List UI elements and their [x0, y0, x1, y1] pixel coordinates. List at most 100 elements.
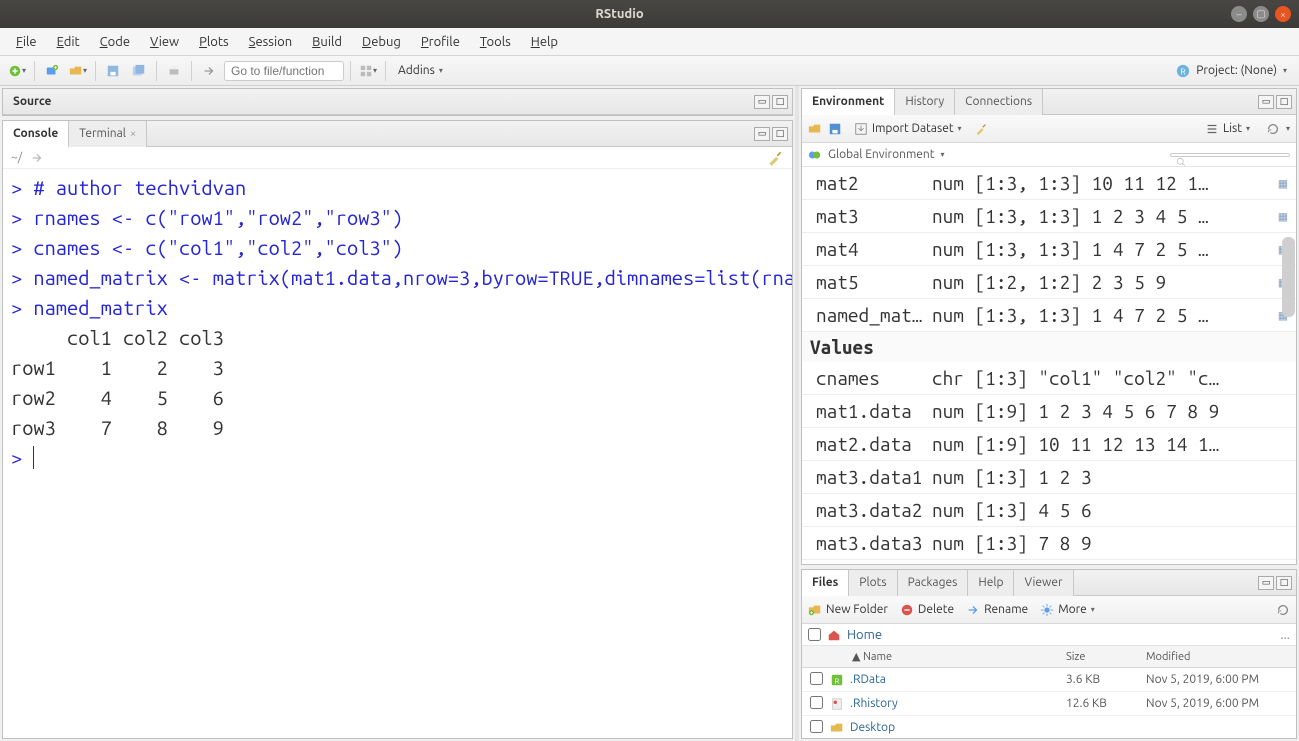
broom-icon[interactable] — [766, 149, 784, 167]
tab-help[interactable]: Help — [968, 570, 1014, 596]
window-close-button[interactable]: × — [1275, 6, 1291, 22]
tab-viewer[interactable]: Viewer — [1014, 570, 1073, 596]
env-row[interactable]: mat4num [1:3, 1:3] 1 4 7 2 5 …▦ — [802, 233, 1296, 266]
arrow-icon[interactable] — [30, 151, 44, 165]
window-minimize-button[interactable]: – — [1231, 6, 1247, 22]
menu-tools[interactable]: Tools — [472, 31, 519, 53]
env-row[interactable]: mat3.data1num [1:3] 1 2 3 — [802, 461, 1296, 494]
file-name[interactable]: Desktop — [850, 721, 895, 734]
menu-build[interactable]: Build — [304, 31, 350, 53]
select-all-checkbox[interactable] — [808, 628, 821, 641]
window-maximize-button[interactable]: ▢ — [1253, 6, 1269, 22]
refresh-icon[interactable] — [1266, 122, 1280, 136]
tab-plots[interactable]: Plots — [849, 570, 897, 596]
env-row[interactable]: mat2.datanum [1:9] 10 11 12 13 14 1… — [802, 428, 1296, 461]
new-project-button[interactable] — [41, 60, 63, 82]
pane-maximize-button[interactable]: □ — [1276, 576, 1292, 590]
project-label: Project: (None) — [1196, 64, 1277, 77]
file-checkbox[interactable] — [810, 672, 823, 685]
folder-icon — [830, 721, 844, 735]
menu-edit[interactable]: Edit — [49, 31, 88, 53]
more-path-button[interactable]: ... — [1280, 628, 1290, 642]
file-checkbox[interactable] — [810, 720, 823, 733]
goto-arrow-button[interactable] — [198, 60, 220, 82]
pane-minimize-button[interactable]: ▭ — [754, 127, 770, 141]
tab-console[interactable]: Console — [3, 121, 69, 147]
tab-terminal[interactable]: Terminal× — [69, 121, 147, 147]
import-dataset-menu[interactable]: Import Dataset ▾ — [854, 122, 962, 136]
tab-packages[interactable]: Packages — [898, 570, 969, 596]
env-row[interactable]: cnameschr [1:3] "col1" "col2" "c… — [802, 362, 1296, 395]
env-row[interactable]: named_mat…num [1:3, 1:3] 1 4 7 2 5 …▦ — [802, 299, 1296, 332]
env-row[interactable]: mat3.data3num [1:3] 7 8 9 — [802, 527, 1296, 560]
breadcrumb-home[interactable]: Home — [847, 628, 882, 642]
goto-file-input[interactable] — [224, 61, 344, 81]
home-icon[interactable] — [827, 628, 841, 642]
tab-environment[interactable]: Environment — [802, 89, 895, 115]
save-button[interactable] — [102, 60, 124, 82]
pane-minimize-button[interactable]: ▭ — [1258, 576, 1274, 590]
rename-button[interactable]: Rename — [966, 603, 1028, 617]
delete-button[interactable]: Delete — [900, 603, 954, 617]
scrollbar-thumb[interactable] — [1282, 237, 1295, 317]
file-checkbox[interactable] — [810, 696, 823, 709]
new-folder-button[interactable]: New Folder — [808, 603, 888, 617]
data-grid-icon[interactable]: ▦ — [1270, 208, 1296, 225]
file-size: 3.6 KB — [1066, 673, 1146, 686]
print-button[interactable] — [163, 60, 185, 82]
project-menu[interactable]: R Project: (None) ▾ — [1176, 64, 1293, 78]
environment-search-input[interactable] — [1170, 153, 1290, 157]
folder-open-icon[interactable] — [808, 122, 822, 136]
refresh-icon[interactable] — [1276, 603, 1290, 617]
file-name[interactable]: .Rhistory — [850, 697, 898, 710]
menu-plots[interactable]: Plots — [191, 31, 237, 53]
env-row[interactable]: rnameschr [1:3] "row1" "row2" "r… — [802, 560, 1296, 564]
env-var-name: mat3.data2 — [802, 499, 932, 521]
broom-icon[interactable] — [974, 122, 988, 136]
pane-maximize-button[interactable]: □ — [772, 127, 788, 141]
menu-file[interactable]: File — [8, 31, 45, 53]
env-row[interactable]: mat5num [1:2, 1:2] 2 3 5 9▦ — [802, 266, 1296, 299]
save-icon[interactable] — [828, 122, 842, 136]
save-all-button[interactable] — [128, 60, 150, 82]
env-row[interactable]: mat3.data2num [1:3] 4 5 6 — [802, 494, 1296, 527]
menu-view[interactable]: View — [142, 31, 187, 53]
col-name-header[interactable]: ▲ Name — [830, 650, 1066, 663]
pane-minimize-button[interactable]: ▭ — [754, 95, 770, 109]
new-file-button[interactable]: ▾ — [6, 60, 28, 82]
view-mode-menu[interactable]: List ▾ — [1201, 120, 1254, 138]
menu-session[interactable]: Session — [241, 31, 300, 53]
menu-code[interactable]: Code — [92, 31, 138, 53]
close-icon[interactable]: × — [130, 128, 136, 140]
environment-scope[interactable]: Global Environment — [828, 148, 935, 161]
console-output[interactable]: > # author techvidvan > rnames <- c("row… — [3, 169, 792, 738]
menu-debug[interactable]: Debug — [354, 31, 409, 53]
grid-view-button[interactable]: ▾ — [357, 60, 379, 82]
pane-minimize-button[interactable]: ▭ — [1258, 95, 1274, 109]
more-menu[interactable]: More ▾ — [1040, 603, 1095, 617]
tab-files[interactable]: Files — [802, 570, 849, 596]
data-grid-icon[interactable]: ▦ — [1270, 175, 1296, 192]
open-file-button[interactable]: ▾ — [67, 60, 89, 82]
env-row[interactable]: mat2num [1:3, 1:3] 10 11 12 1…▦ — [802, 167, 1296, 200]
menu-help[interactable]: Help — [523, 31, 566, 53]
console-working-dir: ~/ — [11, 151, 22, 164]
environment-list[interactable]: mat2num [1:3, 1:3] 10 11 12 1…▦mat3num [… — [802, 167, 1296, 564]
tab-history[interactable]: History — [895, 89, 955, 115]
col-modified-header[interactable]: Modified — [1146, 651, 1296, 663]
env-var-name: mat5 — [802, 271, 932, 293]
file-row[interactable]: .Rhistory12.6 KBNov 5, 2019, 6:00 PM — [802, 692, 1296, 716]
pane-maximize-button[interactable]: □ — [772, 95, 788, 109]
col-size-header[interactable]: Size — [1066, 651, 1146, 663]
env-row[interactable]: mat1.datanum [1:9] 1 2 3 4 5 6 7 8 9 — [802, 395, 1296, 428]
menu-profile[interactable]: Profile — [413, 31, 468, 53]
file-row[interactable]: Desktop — [802, 716, 1296, 738]
plus-circle-icon — [8, 64, 22, 78]
file-row[interactable]: R.RData3.6 KBNov 5, 2019, 6:00 PM — [802, 668, 1296, 692]
addins-menu[interactable]: Addins ▾ — [392, 62, 449, 79]
tab-connections[interactable]: Connections — [955, 89, 1043, 115]
env-row[interactable]: mat3num [1:3, 1:3] 1 2 3 4 5 …▦ — [802, 200, 1296, 233]
file-name[interactable]: .RData — [850, 673, 886, 686]
pane-maximize-button[interactable]: □ — [1276, 95, 1292, 109]
env-var-name: mat1.data — [802, 400, 932, 422]
